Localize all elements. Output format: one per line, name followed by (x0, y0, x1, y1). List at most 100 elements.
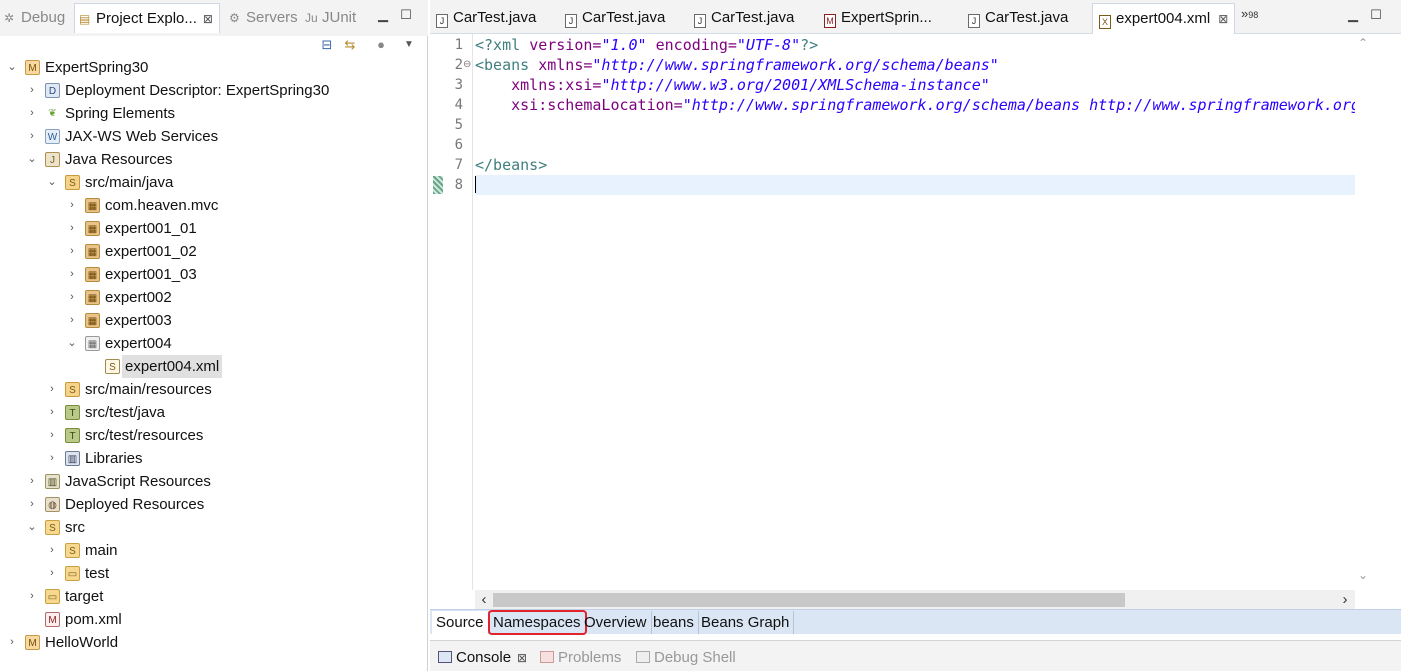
xml-editor: J CarTest.java J CarTest.java J CarTest.jav… (430, 0, 1401, 637)
tree-item-expert001-01[interactable]: › ▦ expert001_01 (0, 217, 428, 240)
tree-item-spring-elements[interactable]: › ❦ Spring Elements (0, 102, 428, 125)
page-tab-overview[interactable]: Overview (580, 611, 652, 634)
tree-item-expert004-xml[interactable]: S expert004.xml (0, 355, 428, 378)
tree-item-expert003[interactable]: › ▦ expert003 (0, 309, 428, 332)
chevron-right-icon[interactable]: › (65, 217, 79, 240)
tree-item-pom-xml[interactable]: M pom.xml (0, 608, 428, 631)
tree-item-java-resources[interactable]: ⌄ J Java Resources (0, 148, 428, 171)
project-explorer-icon: ▤ (79, 12, 91, 26)
chevron-right-icon[interactable]: › (1337, 590, 1353, 610)
chevron-right-icon[interactable]: › (45, 539, 59, 562)
tab-problems[interactable]: Problems (540, 647, 621, 669)
editor-tab-expertspring[interactable]: M ExpertSprin... (824, 5, 932, 31)
chevron-down-icon[interactable]: ⌄ (25, 516, 39, 539)
tree-item-src-test-java[interactable]: › T src/test/java (0, 401, 428, 424)
chevron-right-icon[interactable]: › (65, 240, 79, 263)
tree-item-jax-ws[interactable]: › W JAX-WS Web Services (0, 125, 428, 148)
chevron-right-icon[interactable]: › (65, 194, 79, 217)
chevron-down-icon[interactable]: ⌄ (5, 56, 19, 79)
chevron-right-icon[interactable]: › (45, 401, 59, 424)
minimize-icon[interactable]: ▁ (374, 6, 392, 24)
page-tab-source[interactable]: Source (432, 611, 489, 634)
page-tab-namespaces[interactable]: Namespaces (488, 610, 587, 635)
tab-servers[interactable]: ⚙ Servers (229, 5, 298, 31)
chevron-right-icon[interactable]: › (25, 79, 39, 102)
tab-project-explorer[interactable]: ▤ Project Explo... ⊠ (74, 3, 220, 33)
tab-debug[interactable]: ✲ Debug (4, 5, 65, 31)
empty-package-icon: ▦ (85, 336, 100, 351)
editor-tab-cartest-2[interactable]: J CarTest.java (565, 5, 665, 31)
close-icon[interactable]: ⊠ (517, 651, 527, 665)
tree-item-expert001-02[interactable]: › ▦ expert001_02 (0, 240, 428, 263)
chevron-down-icon[interactable]: ⌄ (65, 332, 79, 355)
tree-item-expert004[interactable]: ⌄ ▦ expert004 (0, 332, 428, 355)
tree-item-deployed-resources[interactable]: › ◍ Deployed Resources (0, 493, 428, 516)
tree-item-src-main-resources[interactable]: › S src/main/resources (0, 378, 428, 401)
collapse-all-icon[interactable]: ⊟ (318, 36, 336, 54)
chevron-right-icon[interactable]: › (45, 562, 59, 585)
tree-item-helloworld[interactable]: › M HelloWorld (0, 631, 428, 654)
chevron-right-icon[interactable]: › (25, 493, 39, 516)
tab-junit[interactable]: Ju JUnit (305, 5, 356, 31)
tree-item-deployment-descriptor[interactable]: › D Deployment Descriptor: ExpertSpring3… (0, 79, 428, 102)
chevron-right-icon[interactable]: › (65, 263, 79, 286)
chevron-down-icon[interactable]: ⌄ (45, 171, 59, 194)
editor-tab-expert004-xml[interactable]: Xexpert004.xml ⊠ (1092, 3, 1236, 35)
tree-item-src-test-resources[interactable]: › T src/test/resources (0, 424, 428, 447)
chevron-right-icon[interactable]: › (25, 585, 39, 608)
tree-item-expert001-03[interactable]: › ▦ expert001_03 (0, 263, 428, 286)
chevron-up-icon[interactable]: ⌃ (1355, 36, 1371, 50)
source-text-area[interactable]: 1 2 ⊖ 3 4 5 6 7 8 <?xml version="1.0" en… (430, 34, 1401, 610)
tree-item-expertspring30[interactable]: ⌄ M ExpertSpring30 (0, 56, 428, 79)
close-icon[interactable]: ⊠ (203, 12, 213, 26)
chevron-right-icon[interactable]: › (65, 286, 79, 309)
editor-tab-cartest-4[interactable]: J CarTest.java (968, 5, 1068, 31)
tree-item-javascript-resources[interactable]: › ▥ JavaScript Resources (0, 470, 428, 493)
tree-item-libraries[interactable]: › ▥ Libraries (0, 447, 428, 470)
tab-console[interactable]: Console ⊠ (438, 647, 527, 669)
maximize-icon[interactable]: ☐ (1367, 6, 1385, 24)
chevron-down-icon[interactable]: ⌄ (25, 148, 39, 171)
tree-item-src-main-java[interactable]: ⌄ S src/main/java (0, 171, 428, 194)
page-tab-beans-graph[interactable]: Beans Graph (697, 611, 795, 634)
tree-item-label: HelloWorld (45, 634, 119, 651)
maximize-icon[interactable]: ☐ (397, 6, 415, 24)
horizontal-scroll-thumb[interactable] (493, 593, 1125, 607)
editor-tab-cartest-3[interactable]: J CarTest.java (694, 5, 794, 31)
chevron-right-icon[interactable]: › (25, 102, 39, 125)
chevron-right-icon[interactable]: › (25, 125, 39, 148)
editor-tab-label: ExpertSprin... (841, 9, 932, 26)
link-with-editor-icon[interactable]: ⇆ (341, 36, 359, 54)
chevron-right-icon[interactable]: › (65, 309, 79, 332)
code-lines[interactable]: <?xml version="1.0" encoding="UTF-8"?> <… (475, 34, 1355, 590)
tree-item-test[interactable]: › ▭ test (0, 562, 428, 585)
view-menu-chevron-down-icon[interactable]: ▼ (400, 36, 418, 54)
tree-item-com-heaven-mvc[interactable]: › ▦ com.heaven.mvc (0, 194, 428, 217)
chevron-right-icon[interactable]: › (45, 447, 59, 470)
servers-icon: ⚙ (229, 11, 240, 25)
more-tabs-button[interactable]: »98 (1241, 6, 1258, 21)
fold-collapse-icon[interactable]: ⊖ (463, 55, 471, 75)
tree-item-target[interactable]: › ▭ target (0, 585, 428, 608)
tree-item-src[interactable]: ⌄ S src (0, 516, 428, 539)
vertical-scrollbar[interactable]: ⌃ ⌄ (1355, 34, 1371, 590)
page-tab-beans[interactable]: beans (649, 611, 699, 634)
close-icon[interactable]: ⊠ (1218, 12, 1228, 26)
minimize-icon[interactable]: ▁ (1344, 6, 1362, 24)
filters-icon[interactable]: ● (372, 36, 390, 54)
tab-problems-label: Problems (558, 649, 622, 666)
chevron-left-icon[interactable]: ‹ (476, 590, 492, 610)
tree-item-main[interactable]: › S main (0, 539, 428, 562)
tree-item-expert002[interactable]: › ▦ expert002 (0, 286, 428, 309)
xml-attribute: xmlns:xsi= (511, 76, 602, 94)
bottom-view-tab-bar: Console ⊠ Problems Debug Shell (430, 640, 1401, 671)
chevron-down-icon[interactable]: ⌄ (1355, 568, 1371, 582)
chevron-right-icon[interactable]: › (45, 378, 59, 401)
editor-tab-cartest-1[interactable]: J CarTest.java (436, 5, 536, 31)
chevron-right-icon[interactable]: › (25, 470, 39, 493)
editor-tab-label: CarTest.java (985, 9, 1069, 26)
horizontal-scrollbar[interactable]: ‹ › (475, 590, 1355, 610)
tab-debug-shell[interactable]: Debug Shell (636, 647, 736, 669)
chevron-right-icon[interactable]: › (45, 424, 59, 447)
chevron-right-icon[interactable]: › (5, 631, 19, 654)
